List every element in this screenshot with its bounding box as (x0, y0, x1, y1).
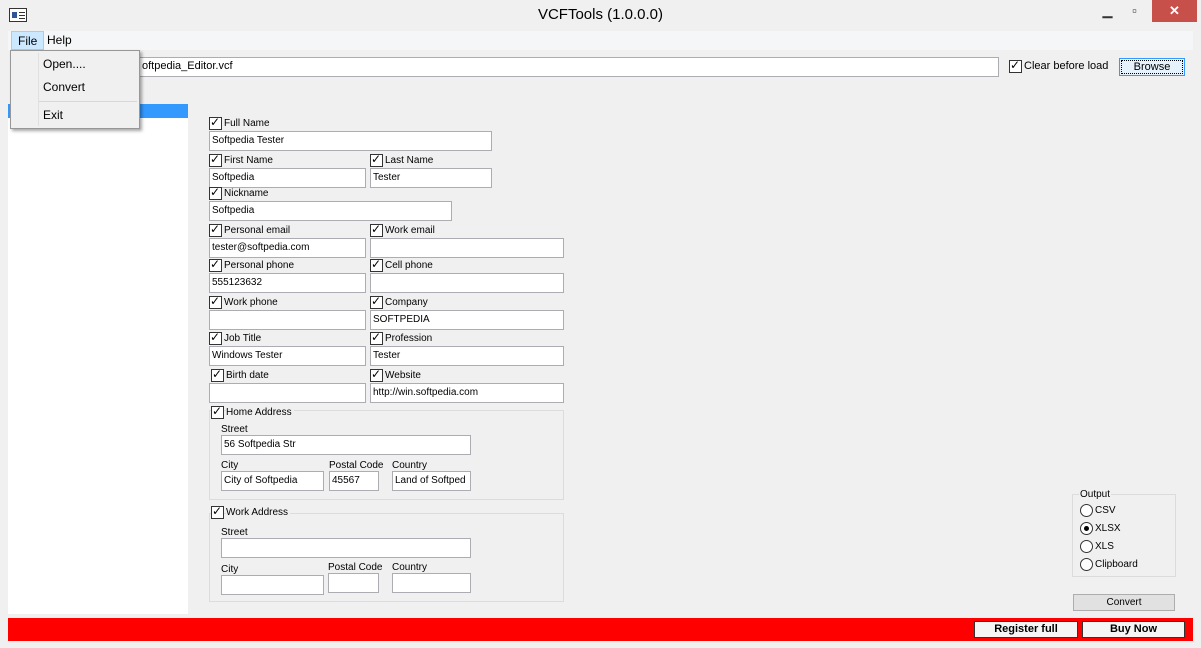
birth-date-checkbox[interactable] (211, 367, 224, 382)
last-name-checkbox[interactable] (370, 152, 383, 167)
profession-field[interactable]: Tester (370, 346, 564, 366)
nickname-label: Nickname (224, 188, 269, 199)
personal-email-checkbox[interactable] (209, 222, 222, 237)
job-title-field[interactable]: Windows Tester (209, 346, 366, 366)
work-address-label: Work Address (226, 507, 291, 518)
website-checkbox[interactable] (370, 367, 383, 382)
output-label-clipboard: Clipboard (1095, 559, 1138, 570)
home-address-label: Home Address (226, 407, 294, 418)
home-country-label: Country (392, 460, 428, 471)
work-email-checkbox[interactable] (370, 222, 383, 237)
birth-date-field[interactable] (209, 383, 366, 403)
company-field[interactable]: SOFTPEDIA (370, 310, 564, 330)
output-label-csv: CSV (1095, 505, 1116, 516)
work-city-field[interactable] (221, 575, 324, 595)
maximize-icon[interactable]: ▫ (1121, 0, 1148, 22)
cell-phone-label: Cell phone (385, 260, 433, 271)
title-bar: VCFTools (1.0.0.0) ▁ ▫ ✕ (0, 0, 1201, 31)
menu-separator (39, 101, 137, 102)
nickname-checkbox[interactable] (209, 185, 222, 200)
work-country-label: Country (392, 562, 428, 573)
personal-phone-checkbox[interactable] (209, 257, 222, 272)
birth-date-label: Birth date (226, 370, 269, 381)
first-name-label: First Name (224, 155, 273, 166)
full-name-checkbox[interactable] (209, 115, 222, 130)
menu-bar: File Help (8, 31, 1193, 50)
work-postal-field[interactable] (328, 573, 379, 593)
menu-item-exit[interactable]: Exit (43, 108, 63, 122)
output-radio-clipboard[interactable] (1080, 558, 1093, 571)
profession-label: Profession (385, 333, 433, 344)
personal-email-label: Personal email (224, 225, 291, 236)
website-label: Website (385, 370, 421, 381)
convert-button[interactable]: Convert (1073, 594, 1175, 611)
output-title: Output (1079, 489, 1112, 500)
work-street-field[interactable] (221, 538, 471, 558)
menu-file[interactable]: File (11, 31, 45, 50)
full-name-label: Full Name (224, 118, 270, 129)
profession-checkbox[interactable] (370, 330, 383, 345)
nickname-field[interactable]: Softpedia (209, 201, 452, 221)
personal-phone-label: Personal phone (224, 260, 295, 271)
clear-before-load-label: Clear before load (1024, 60, 1109, 72)
work-email-label: Work email (385, 225, 435, 236)
menu-item-convert[interactable]: Convert (43, 80, 85, 94)
company-label: Company (385, 297, 428, 308)
job-title-checkbox[interactable] (209, 330, 222, 345)
last-name-label: Last Name (385, 155, 434, 166)
output-label-xls: XLS (1095, 541, 1114, 552)
home-postal-label: Postal Code (329, 460, 384, 471)
file-path-input[interactable]: oftpedia_Editor.vcf (137, 57, 999, 77)
browse-button[interactable]: Browse (1119, 58, 1185, 76)
output-radio-xls[interactable] (1080, 540, 1093, 553)
work-country-field[interactable] (392, 573, 471, 593)
last-name-field[interactable]: Tester (370, 168, 492, 188)
menu-gutter (38, 53, 39, 126)
full-name-field[interactable]: Softpedia Tester (209, 131, 492, 151)
work-address-checkbox[interactable] (211, 504, 224, 519)
first-name-field[interactable]: Softpedia (209, 168, 366, 188)
work-city-label: City (221, 564, 239, 575)
home-street-label: Street (221, 424, 248, 435)
job-title-label: Job Title (224, 333, 262, 344)
website-field[interactable]: http://win.softpedia.com (370, 383, 564, 403)
home-postal-field[interactable]: 45567 (329, 471, 379, 491)
register-full-button[interactable]: Register full (974, 621, 1078, 638)
output-label-xlsx: XLSX (1095, 523, 1121, 534)
work-street-label: Street (221, 527, 248, 538)
home-address-checkbox[interactable] (211, 404, 224, 419)
contact-list[interactable] (8, 104, 188, 614)
buy-now-button[interactable]: Buy Now (1082, 621, 1185, 638)
close-icon[interactable]: ✕ (1152, 0, 1197, 22)
home-city-field[interactable]: City of Softpedia (221, 471, 324, 491)
work-phone-checkbox[interactable] (209, 294, 222, 309)
window-title: VCFTools (1.0.0.0) (537, 6, 664, 23)
clear-before-load-checkbox[interactable] (1009, 58, 1022, 73)
company-checkbox[interactable] (370, 294, 383, 309)
work-email-field[interactable] (370, 238, 564, 258)
personal-email-field[interactable]: tester@softpedia.com (209, 238, 366, 258)
work-postal-label: Postal Code (328, 562, 383, 573)
work-phone-label: Work phone (224, 297, 278, 308)
file-menu-dropdown: Open.... Convert Exit (10, 50, 140, 129)
first-name-checkbox[interactable] (209, 152, 222, 167)
cell-phone-checkbox[interactable] (370, 257, 383, 272)
menu-item-open[interactable]: Open.... (43, 57, 86, 71)
work-phone-field[interactable] (209, 310, 366, 330)
output-radio-xlsx[interactable] (1080, 522, 1093, 535)
minimize-icon[interactable]: ▁ (1094, 0, 1121, 22)
home-city-label: City (221, 460, 239, 471)
home-street-field[interactable]: 56 Softpedia Str (221, 435, 471, 455)
output-radio-csv[interactable] (1080, 504, 1093, 517)
cell-phone-field[interactable] (370, 273, 564, 293)
menu-help[interactable]: Help (41, 31, 78, 50)
personal-phone-field[interactable]: 555123632 (209, 273, 366, 293)
home-country-field[interactable]: Land of Softped (392, 471, 471, 491)
